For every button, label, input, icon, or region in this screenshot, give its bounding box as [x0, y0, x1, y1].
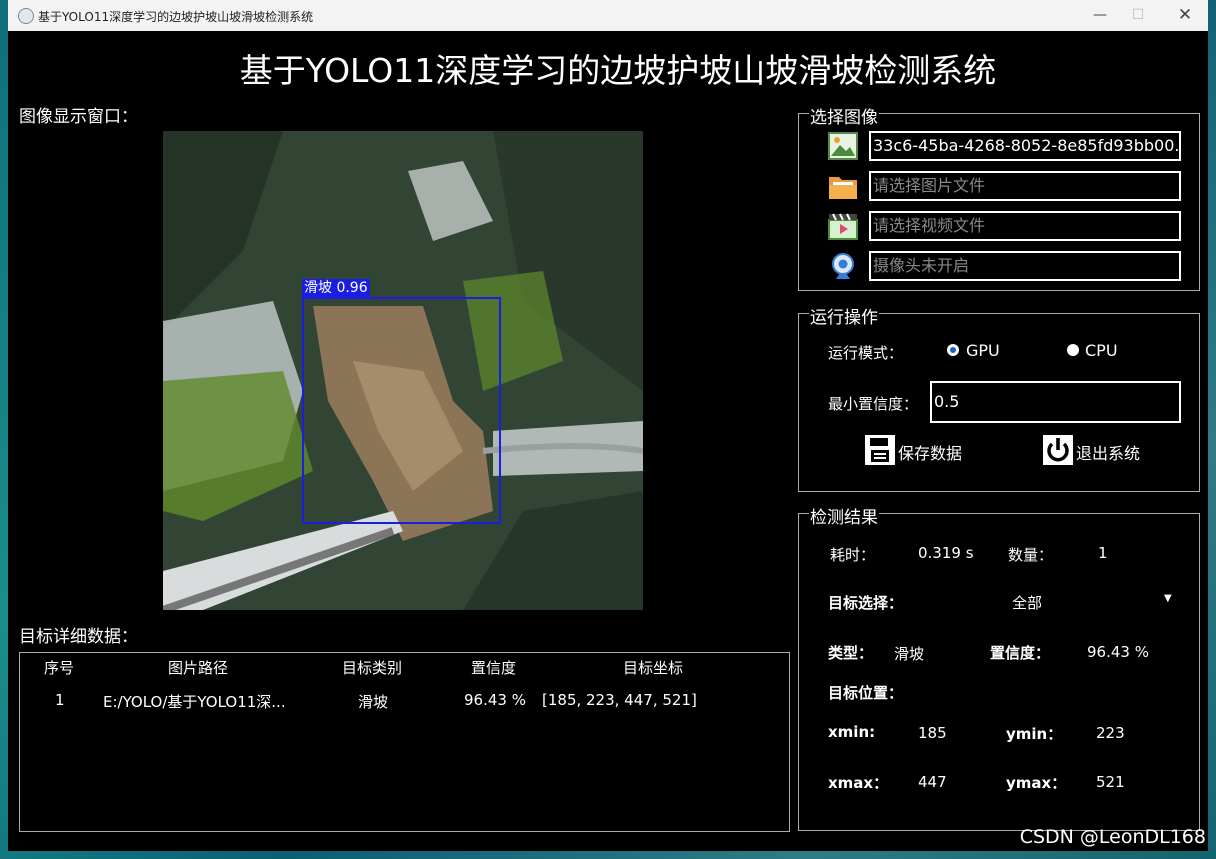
xmin-value: 185 [918, 724, 947, 742]
detection-results-title: 检测结果 [809, 503, 879, 528]
watermark: CSDN @LeonDL168 [1019, 826, 1206, 848]
window-title: 基于YOLO11深度学习的边坡护坡山坡滑坡检测系统 [38, 10, 314, 24]
confidence-value: 96.43 % [1087, 643, 1149, 661]
cpu-radio[interactable] [1067, 344, 1079, 356]
count-value: 1 [1098, 544, 1108, 562]
xmin-label: xmin: [828, 723, 876, 741]
title-bar: 基于YOLO11深度学习的边坡护坡山坡滑坡检测系统 — ☐ ✕ [8, 0, 1208, 31]
target-select-value: 全部 [1012, 594, 1043, 612]
select-image-title: 选择图像 [809, 103, 879, 128]
confidence-label: 置信度： [990, 644, 1051, 662]
column-header-path: 图片路径 [168, 659, 229, 677]
xmax-label: xmax： [828, 774, 889, 792]
image-display-label: 图像显示窗口： [19, 107, 138, 127]
video-icon[interactable] [828, 212, 858, 240]
exit-system-label: 退出系统 [1076, 444, 1141, 463]
cpu-radio-label[interactable]: CPU [1085, 341, 1118, 360]
gpu-radio-label[interactable]: GPU [966, 341, 1000, 360]
image-icon[interactable] [828, 132, 858, 160]
target-select-label: 目标选择： [828, 594, 904, 612]
maximize-button[interactable]: ☐ [1126, 4, 1150, 26]
detection-label: 滑坡 0.96 [302, 279, 370, 297]
cell-class: 滑坡 [358, 693, 389, 711]
type-value: 滑坡 [894, 645, 925, 663]
column-header-class: 目标类别 [342, 659, 403, 677]
image-file-field[interactable]: 33c6-45ba-4268-8052-8e85fd93bb00.jpg [869, 131, 1181, 161]
cell-confidence: 96.43 % [464, 691, 526, 709]
cell-path: E:/YOLO/基于YOLO11深... [103, 693, 286, 711]
ymax-value: 521 [1096, 773, 1125, 791]
type-label: 类型： [828, 644, 874, 662]
video-file-input[interactable]: 请选择视频文件 [869, 211, 1181, 241]
time-value: 0.319 s [918, 544, 974, 562]
save-icon [865, 435, 895, 465]
minimize-button[interactable]: — [1088, 4, 1112, 26]
min-confidence-label: 最小置信度： [828, 395, 919, 413]
page-title: 基于YOLO11深度学习的边坡护坡山坡滑坡检测系统 [239, 51, 997, 90]
ymin-value: 223 [1096, 724, 1125, 742]
camera-input[interactable]: 摄像头未开启 [869, 251, 1181, 281]
target-position-label: 目标位置： [828, 684, 904, 702]
image-display: 滑坡 0.96 [163, 131, 643, 610]
target-select-dropdown[interactable]: 全部 ▼ [968, 588, 1178, 614]
cell-coords: [185, 223, 447, 521] [542, 691, 697, 709]
exit-system-button[interactable]: 退出系统 [1043, 435, 1163, 465]
run-mode-label: 运行模式： [828, 344, 904, 362]
details-label: 目标详细数据： [19, 627, 138, 647]
power-icon [1043, 435, 1073, 465]
cell-index: 1 [55, 691, 65, 709]
webcam-icon[interactable] [828, 252, 858, 280]
ymin-label: ymin： [1006, 725, 1063, 743]
column-header-confidence: 置信度 [471, 659, 517, 677]
gpu-radio[interactable] [947, 344, 959, 356]
folder-icon[interactable] [828, 172, 858, 200]
min-confidence-input[interactable]: 0.5 [930, 381, 1181, 423]
run-operations-title: 运行操作 [809, 303, 879, 328]
details-table[interactable]: 序号 图片路径 目标类别 置信度 目标坐标 1 E:/YOLO/基于YOLO11… [19, 652, 790, 832]
ymax-label: ymax： [1006, 774, 1067, 792]
chevron-down-icon: ▼ [1164, 593, 1172, 604]
image-folder-input[interactable]: 请选择图片文件 [869, 171, 1181, 201]
app-icon [18, 8, 34, 24]
app-window: 基于YOLO11深度学习的边坡护坡山坡滑坡检测系统 — ☐ ✕ 基于YOLO11… [8, 0, 1208, 851]
column-header-coords: 目标坐标 [623, 659, 684, 677]
detection-box [302, 297, 501, 524]
time-label: 耗时： [830, 546, 876, 564]
xmax-value: 447 [918, 773, 947, 791]
close-button[interactable]: ✕ [1173, 4, 1197, 26]
save-data-button[interactable]: 保存数据 [865, 435, 985, 465]
column-header-index: 序号 [44, 659, 75, 677]
save-data-label: 保存数据 [898, 444, 963, 463]
count-label: 数量： [1008, 546, 1054, 564]
